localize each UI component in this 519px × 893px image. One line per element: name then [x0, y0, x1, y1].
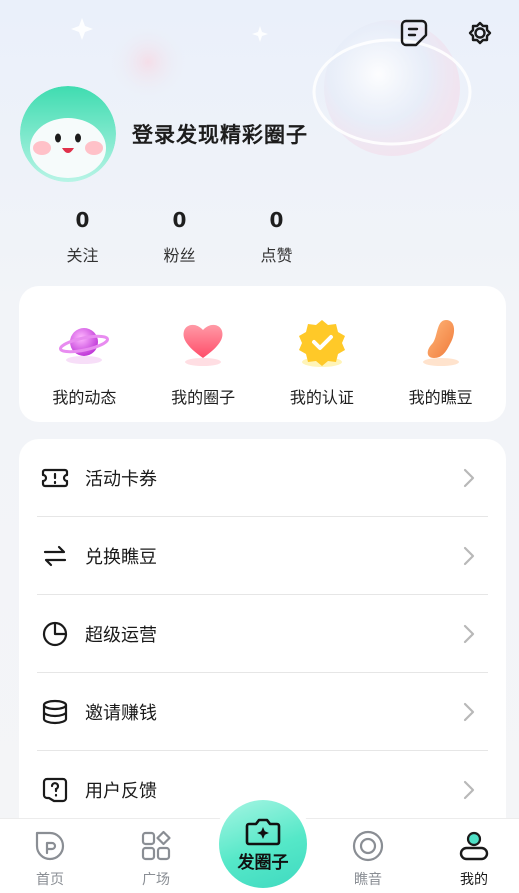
menu-card: 活动卡券 兑换瞧豆 超级运营 邀请赚钱 用户反馈	[19, 439, 506, 839]
tab-square[interactable]: 广场	[116, 829, 196, 889]
post-circle-button[interactable]: 发圈子	[219, 800, 307, 888]
grid-icon	[141, 830, 171, 861]
stat-label: 粉丝	[163, 246, 196, 265]
post-button-label: 发圈子	[237, 852, 289, 873]
home-icon	[35, 831, 65, 861]
menu-item-activity-coupons[interactable]: 活动卡券	[37, 439, 488, 517]
coins-stack-icon	[42, 699, 68, 724]
menu-item-super-operations[interactable]: 超级运营	[37, 595, 488, 673]
menu-item-label: 活动卡券	[85, 468, 157, 490]
chevron-right-icon	[463, 780, 475, 800]
shortcut-my-circles[interactable]: 我的圈子	[144, 314, 263, 422]
ticket-icon	[41, 468, 69, 487]
stat-value: 0	[269, 208, 284, 232]
shortcut-my-beans[interactable]: 我的瞧豆	[381, 314, 500, 422]
tab-mine[interactable]: 我的	[434, 829, 514, 889]
shortcut-label: 我的瞧豆	[408, 388, 473, 407]
shortcuts-card: 我的动态 我的圈子 我的认证 我的瞧豆	[19, 286, 506, 422]
menu-item-label: 兑换瞧豆	[85, 546, 157, 568]
tab-label: 首页	[36, 872, 64, 888]
avatar[interactable]	[20, 86, 116, 182]
menu-item-invite-earn[interactable]: 邀请赚钱	[37, 673, 488, 751]
mascot-avatar-icon	[20, 86, 116, 182]
verified-badge-icon	[298, 320, 345, 367]
shortcut-my-posts[interactable]: 我的动态	[25, 314, 144, 422]
shortcut-label: 我的圈子	[171, 388, 236, 407]
menu-item-label: 用户反馈	[85, 781, 157, 802]
camera-sparkle-icon	[245, 818, 281, 845]
tab-sound[interactable]: 瞧音	[328, 829, 408, 889]
tab-label: 我的	[460, 872, 488, 888]
stats-row: 0 关注 0 粉丝 0 点赞	[34, 208, 325, 266]
user-icon	[459, 831, 489, 861]
stat-value: 0	[75, 208, 90, 232]
stat-followers[interactable]: 0 粉丝	[131, 208, 228, 266]
shortcut-my-verification[interactable]: 我的认证	[263, 314, 382, 422]
bean-icon	[422, 320, 459, 366]
menu-item-label: 邀请赚钱	[85, 702, 157, 724]
tab-label: 广场	[142, 872, 170, 888]
heart-icon	[183, 324, 223, 366]
tab-home[interactable]: 首页	[10, 829, 90, 889]
settings-button[interactable]	[463, 16, 497, 50]
chevron-right-icon	[463, 546, 475, 566]
notes-button[interactable]	[397, 16, 431, 50]
shortcut-label: 我的动态	[52, 388, 117, 407]
header-actions	[397, 16, 497, 50]
gear-icon	[468, 21, 492, 45]
document-icon	[400, 19, 428, 47]
pie-chart-icon	[42, 621, 68, 646]
stat-label: 关注	[66, 246, 99, 265]
chevron-right-icon	[463, 624, 475, 644]
exchange-icon	[43, 545, 67, 566]
stat-likes[interactable]: 0 点赞	[228, 208, 325, 266]
stat-following[interactable]: 0 关注	[34, 208, 131, 266]
menu-item-exchange-beans[interactable]: 兑换瞧豆	[37, 517, 488, 595]
shortcut-label: 我的认证	[289, 388, 354, 407]
stat-value: 0	[172, 208, 187, 232]
feedback-icon	[42, 777, 68, 803]
stat-label: 点赞	[260, 246, 293, 265]
planet-icon	[59, 328, 110, 364]
menu-item-label: 超级运营	[85, 624, 157, 646]
chevron-right-icon	[463, 468, 475, 488]
chevron-right-icon	[463, 702, 475, 722]
tab-label: 瞧音	[354, 872, 382, 888]
disc-icon	[352, 830, 384, 862]
profile-header[interactable]: 登录发现精彩圈子	[20, 86, 308, 182]
login-prompt[interactable]: 登录发现精彩圈子	[132, 119, 308, 149]
